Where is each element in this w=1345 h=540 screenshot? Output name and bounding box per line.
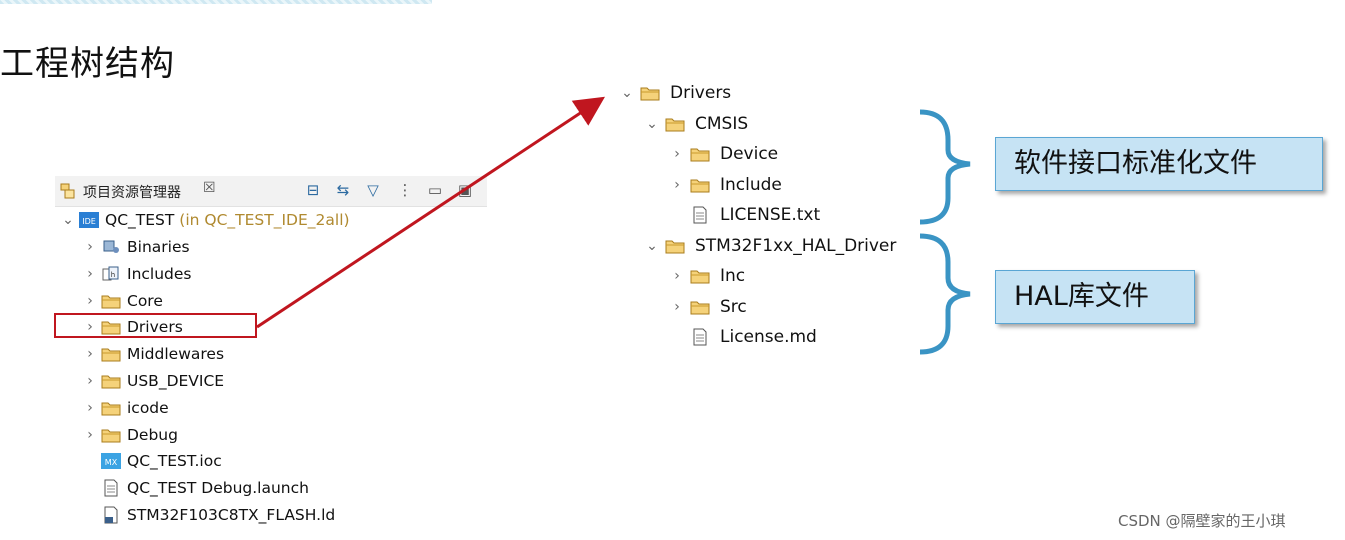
detail-tree-label: CMSIS [695, 113, 749, 134]
folder-icon [665, 237, 685, 255]
detail-tree-label: LICENSE.txt [720, 205, 821, 225]
cmsis-callout: 软件接口标准化文件 [995, 137, 1323, 191]
detail-tree-item[interactable]: ⌄ STM32F1xx_HAL_Driver [645, 234, 945, 258]
detail-tree-item[interactable]: › Include [670, 173, 970, 197]
chevron-right-icon[interactable]: › [670, 173, 684, 197]
file-icon [690, 328, 710, 346]
hal-callout: HAL库文件 [995, 270, 1195, 324]
folder-icon [690, 145, 710, 163]
detail-tree-item[interactable]: ⌄ Drivers [620, 81, 920, 105]
detail-tree-label: Device [720, 144, 779, 164]
file-icon [690, 206, 710, 224]
detail-tree-item[interactable]: ⌄ CMSIS [645, 112, 945, 136]
arrow-to-detail [256, 96, 606, 329]
detail-tree-item[interactable]: › Inc [670, 264, 970, 288]
detail-tree-label: License.md [720, 327, 817, 347]
chevron-down-icon[interactable]: ⌄ [620, 81, 634, 105]
folder-icon [690, 298, 710, 316]
detail-tree-item[interactable]: LICENSE.txt [670, 203, 970, 227]
chevron-down-icon[interactable]: ⌄ [645, 112, 659, 136]
detail-tree-label: Drivers [670, 83, 732, 103]
detail-tree-label: Src [720, 296, 747, 317]
chevron-right-icon[interactable]: › [670, 264, 684, 288]
detail-tree-label: STM32F1xx_HAL_Driver [695, 235, 897, 256]
detail-tree-label: Inc [720, 266, 746, 286]
chevron-right-icon[interactable]: › [670, 295, 684, 319]
watermark: CSDN @隔壁家的王小琪 [1118, 512, 1286, 530]
folder-icon [690, 176, 710, 194]
chevron-down-icon[interactable]: ⌄ [645, 234, 659, 258]
folder-icon [665, 115, 685, 133]
detail-tree-item[interactable]: License.md [670, 325, 970, 349]
folder-icon [690, 267, 710, 285]
chevron-right-icon[interactable]: › [670, 142, 684, 166]
detail-tree-item[interactable]: › Src [670, 295, 970, 319]
detail-tree-item[interactable]: › Device [670, 142, 970, 166]
folder-icon [640, 84, 660, 102]
detail-tree-label: Include [720, 174, 782, 195]
